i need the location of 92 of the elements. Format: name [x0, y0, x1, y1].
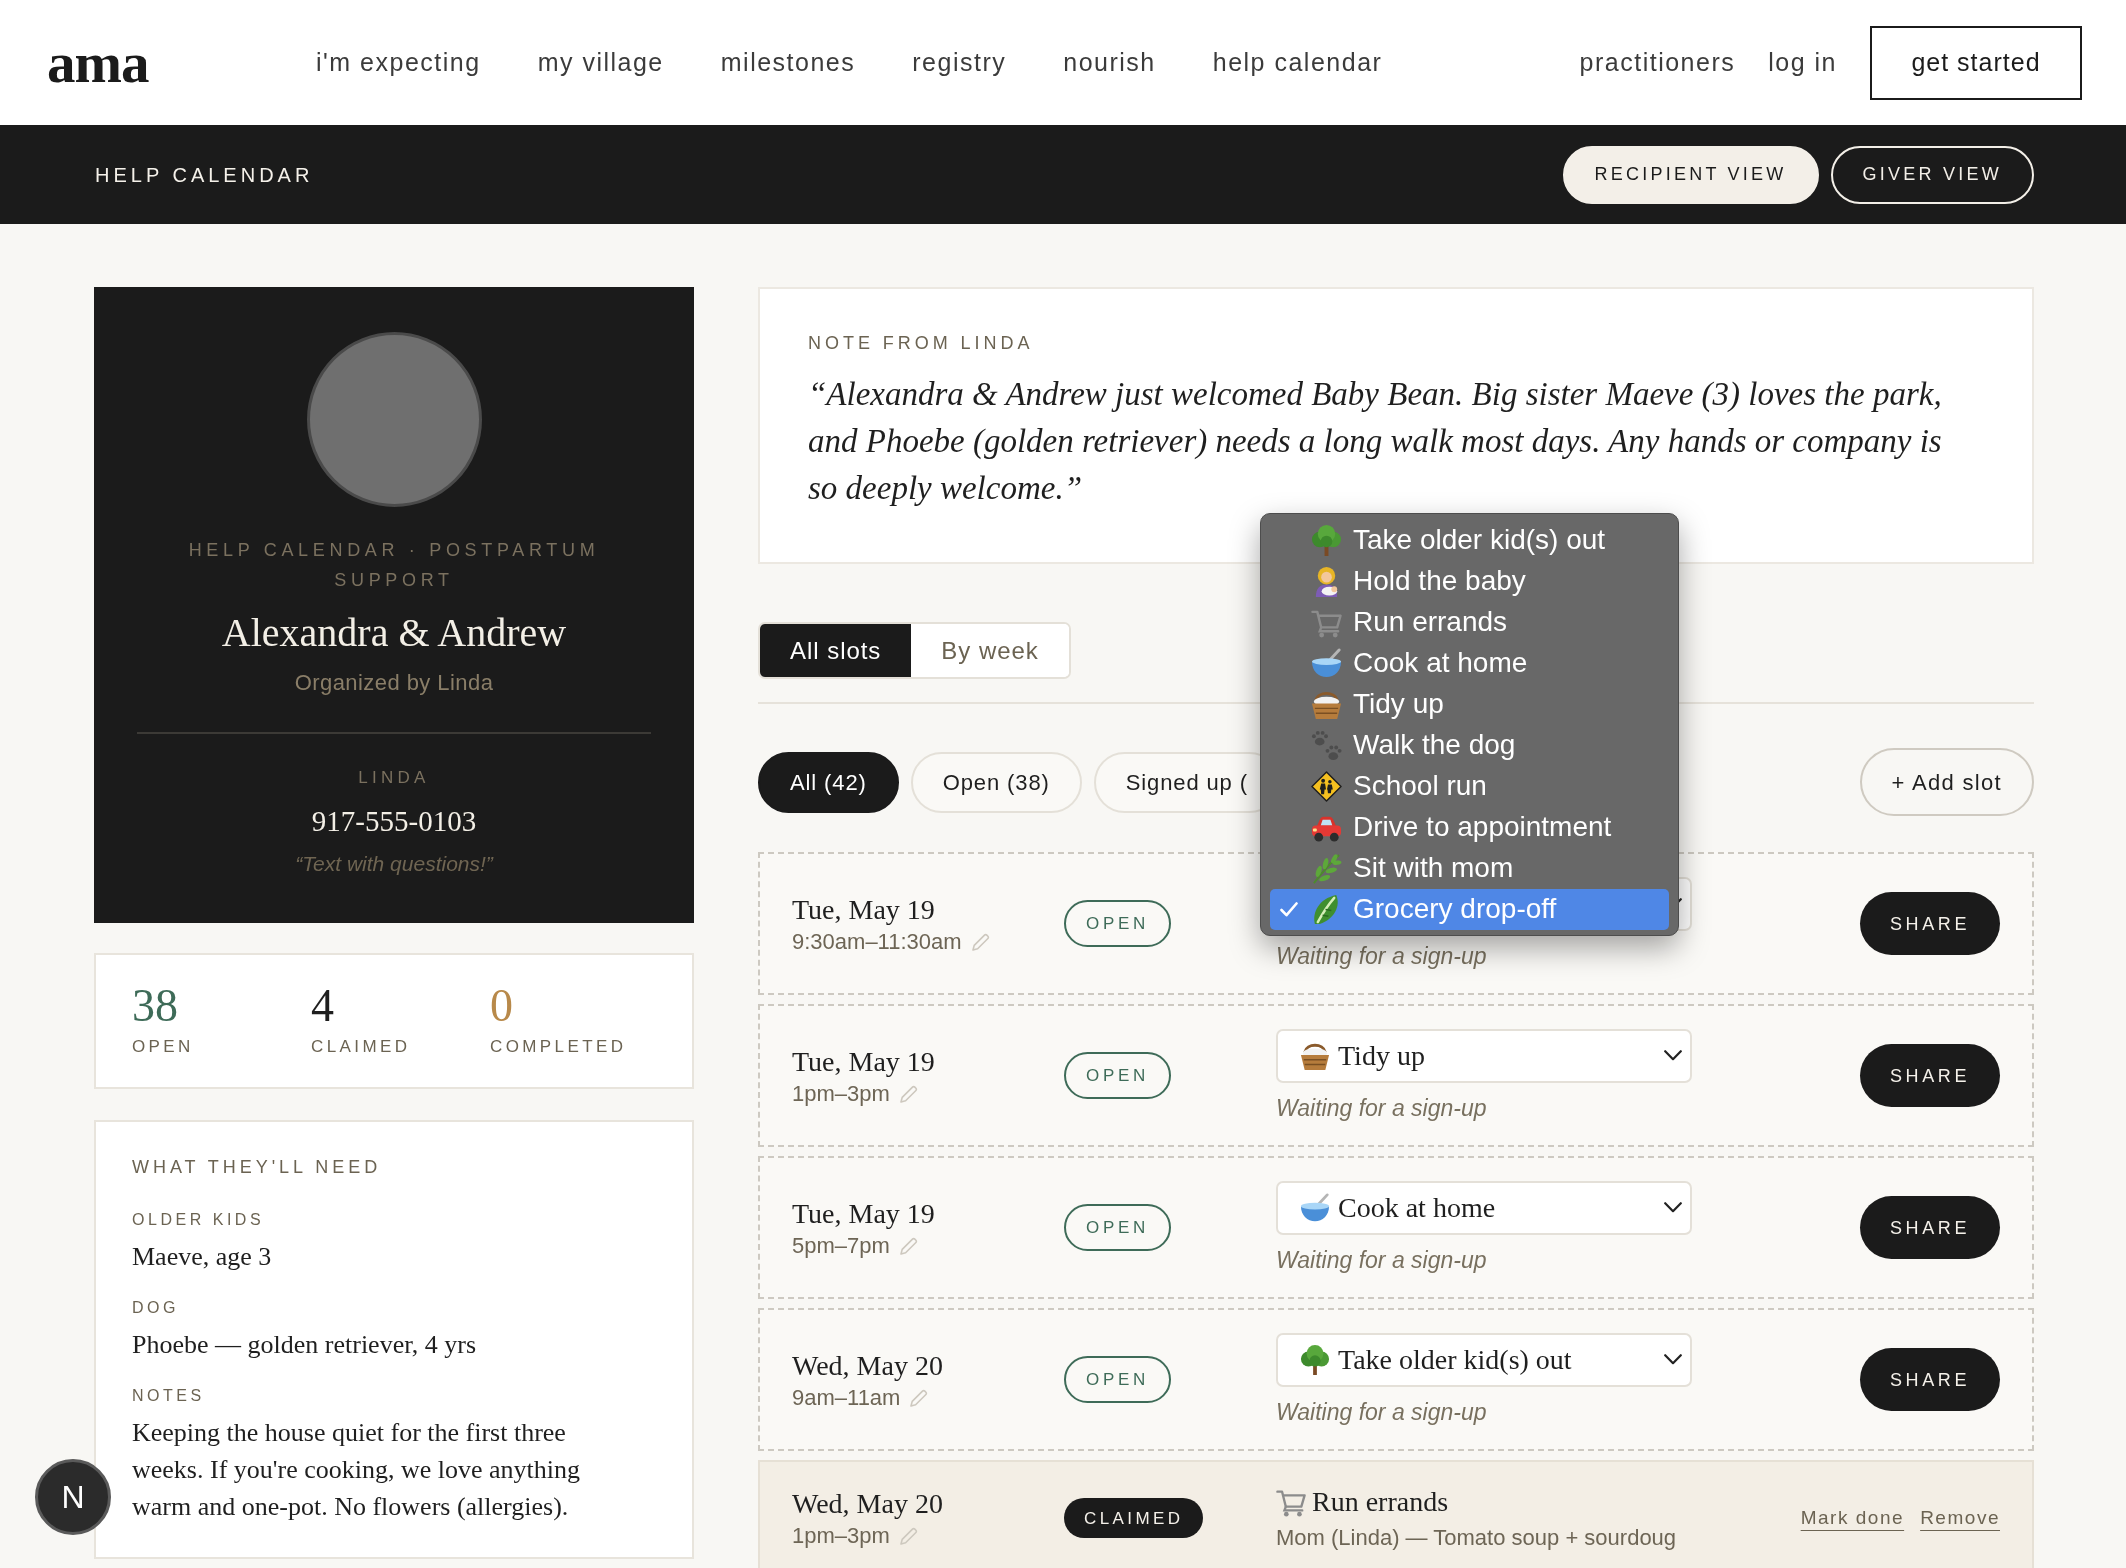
stat-label: COMPLETED [490, 1037, 627, 1057]
children-crossing-sign-icon [1311, 770, 1342, 802]
nav-link[interactable]: nourish [1063, 43, 1156, 82]
task-select[interactable]: Tidy up [1276, 1028, 1692, 1083]
bowl-with-spoon-icon [1300, 1192, 1330, 1223]
action-link[interactable]: Remove [1920, 1504, 2000, 1532]
share-button[interactable]: SHARE [1860, 1348, 2000, 1411]
task-select[interactable]: Cook at home [1276, 1180, 1692, 1235]
stat-value: 38 [132, 983, 178, 1029]
field-value: Keeping the house quiet for the first three weeks. If you're cooking, we love anything warm and one-pot. No flowers (allergies). [132, 1417, 581, 1523]
share-button[interactable]: SHARE [1860, 1196, 2000, 1259]
category-label: HELP CALENDAR · POSTPARTUM SUPPORT [187, 539, 601, 592]
slot-date: Tue, May 19 [792, 1044, 935, 1079]
stat-value: 0 [490, 983, 513, 1029]
chevron-down-icon [1664, 1202, 1682, 1213]
stat-label: OPEN [132, 1037, 194, 1057]
view-toggle-button[interactable]: RECIPIENT VIEW [1562, 145, 1819, 204]
dev-tools-button[interactable]: N [35, 1459, 111, 1535]
sign-up-status-text: Waiting for a sign-up [1276, 941, 1487, 971]
pencil-icon[interactable] [899, 1084, 918, 1103]
pencil-icon[interactable] [899, 1527, 918, 1545]
menu-option[interactable]: Take older kid(s) out [1270, 519, 1669, 561]
pencil-icon[interactable] [899, 1236, 918, 1255]
contact-name-label: LINDA [358, 768, 430, 788]
stat-value: 4 [311, 983, 334, 1029]
view-toggle-button[interactable]: GIVER VIEW [1830, 145, 2034, 204]
slot-date: Tue, May 19 [792, 892, 935, 927]
chevron-down-icon [1664, 1354, 1682, 1365]
bowl-with-spoon-icon [1311, 647, 1342, 679]
nav-link[interactable]: i'm expecting [316, 43, 481, 82]
sign-up-status-text: Waiting for a sign-up [1276, 1093, 1487, 1123]
phone-number: 917-555-0103 [311, 804, 477, 839]
slot-time: 1pm–3pm [792, 1522, 890, 1550]
task-title: Run errands [1312, 1485, 1449, 1519]
field-label: NOTES [132, 1387, 205, 1405]
slot-date: Wed, May 20 [792, 1487, 943, 1521]
tree-icon [1300, 1344, 1330, 1375]
chevron-down-icon [1664, 1050, 1682, 1061]
note-heading: NOTE FROM LINDA [808, 332, 1034, 354]
menu-option[interactable]: Sit with mom [1270, 847, 1669, 889]
share-button[interactable]: SHARE [1860, 1044, 2000, 1107]
add-slot-button[interactable]: + Add slot [1859, 748, 2034, 816]
get-started-button[interactable]: get started [1870, 25, 2082, 100]
stat-label: CLAIMED [311, 1037, 411, 1057]
status-badge: OPEN [1064, 1356, 1172, 1403]
nav-link[interactable]: registry [912, 43, 1007, 82]
status-badge: OPEN [1064, 1204, 1172, 1251]
section-heading: WHAT THEY'LL NEED [132, 1156, 382, 1178]
slot-time: 1pm–3pm [792, 1079, 890, 1108]
nav-link[interactable]: help calendar [1212, 43, 1383, 82]
filter-chip[interactable]: All (42) [758, 751, 899, 813]
field-value: Phoebe — golden retriever, 4 yrs [132, 1329, 477, 1361]
status-badge: OPEN [1064, 900, 1172, 947]
menu-option[interactable]: Grocery drop-off [1270, 888, 1669, 930]
menu-option[interactable]: Run errands [1270, 601, 1669, 643]
slot-time: 9:30am–11:30am [792, 927, 962, 956]
field-value: Maeve, age 3 [132, 1241, 272, 1273]
pencil-icon[interactable] [910, 1388, 929, 1407]
check-icon [1280, 901, 1298, 917]
task-select[interactable]: Take older kid(s) out [1276, 1332, 1692, 1387]
contact-note: “Text with questions!” [295, 851, 493, 877]
organizer-text: Organized by Linda [294, 669, 494, 697]
sign-up-status-text: Waiting for a sign-up [1276, 1245, 1487, 1275]
nav-link[interactable]: log in [1768, 43, 1837, 82]
paw-prints-icon [1311, 729, 1342, 761]
slot-time: 9am–11am [792, 1383, 901, 1412]
slot-date: Tue, May 19 [792, 1196, 935, 1231]
note-quote: “Alexandra & Andrew just welcomed Baby Bean. Big sister Maeve (3) loves the park, and Phoebe (golden retriever) needs a long walk most days. Any hands or company is so deeply welcome.” [808, 376, 1942, 506]
slot-date: Wed, May 20 [792, 1348, 943, 1383]
claimer-note: Mom (Linda) — Tomato soup + sourdoug [1276, 1524, 1677, 1552]
status-badge: OPEN [1064, 1052, 1172, 1099]
view-tab[interactable]: All slots [760, 624, 912, 677]
action-link[interactable]: Mark done [1800, 1504, 1905, 1532]
field-label: OLDER KIDS [132, 1211, 265, 1229]
pencil-icon[interactable] [971, 932, 990, 951]
tree-icon [1311, 524, 1342, 556]
logo[interactable]: ama [47, 34, 149, 91]
nav-link[interactable]: practitioners [1579, 43, 1736, 82]
section-title: HELP CALENDAR [95, 162, 314, 188]
menu-option[interactable]: Cook at home [1270, 642, 1669, 684]
nav-link[interactable]: milestones [720, 43, 856, 82]
status-badge: CLAIMED [1064, 1498, 1204, 1538]
nav-link[interactable]: my village [537, 43, 664, 82]
field-label: DOG [132, 1299, 179, 1317]
herb-icon [1311, 852, 1342, 884]
share-button[interactable]: SHARE [1860, 892, 2000, 955]
family-name-heading: Alexandra & Andrew [221, 609, 567, 657]
sign-up-status-text: Waiting for a sign-up [1276, 1397, 1487, 1427]
filter-chip[interactable]: Open (38) [910, 751, 1082, 813]
slot-time: 5pm–7pm [792, 1231, 890, 1260]
menu-option[interactable]: Hold the baby [1270, 560, 1669, 602]
menu-option[interactable]: Tidy up [1270, 683, 1669, 725]
